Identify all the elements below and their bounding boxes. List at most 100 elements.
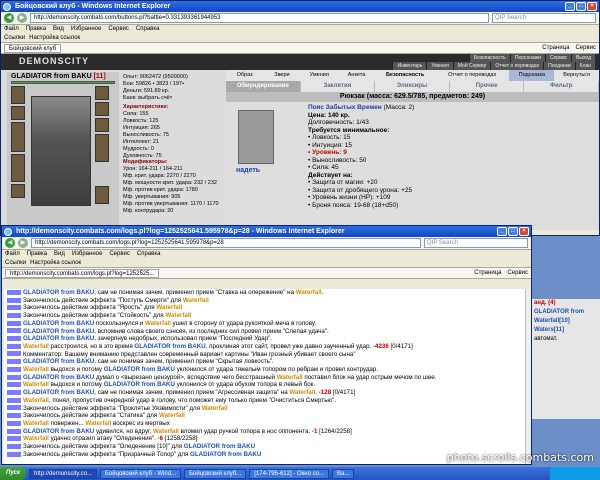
main-url-input[interactable]: http://demonscity.combats.com/buttons.pl… bbox=[30, 13, 489, 23]
back-button[interactable]: ◀ bbox=[5, 238, 15, 248]
player-name[interactable]: GLADIATOR from BAKU bbox=[184, 443, 255, 450]
start-button[interactable]: Пуск bbox=[0, 467, 27, 480]
forward-button[interactable]: ▶ bbox=[18, 238, 28, 248]
tools-menu[interactable]: Сервис bbox=[507, 270, 528, 276]
ptab-transfers[interactable]: Отчет о переводах bbox=[435, 70, 510, 81]
gmenu-exit[interactable]: Выход bbox=[571, 54, 595, 62]
log-title-bar[interactable]: http://demonscity.combats.com/logs.pl?lo… bbox=[2, 226, 531, 237]
item-name[interactable]: Пояс Забытых Времен bbox=[308, 104, 382, 111]
taskbar-item[interactable]: Бойцовский клуб - Wind... bbox=[99, 468, 182, 479]
gmenu-transfers[interactable]: Отчет о переводах bbox=[490, 62, 544, 70]
enemy-name[interactable]: Waterfall bbox=[153, 428, 179, 435]
gmenu-fights[interactable]: Поединки bbox=[543, 62, 575, 70]
page-menu[interactable]: Страница bbox=[474, 270, 501, 276]
log-url-input[interactable]: http://demonscity.combats.com/logs.pl?lo… bbox=[31, 238, 421, 248]
enemy-name[interactable]: Waterfall bbox=[23, 397, 49, 404]
side-player[interactable]: GLADIATOR from bbox=[534, 308, 600, 317]
player-name[interactable]: GLADIATOR from BAKU bbox=[23, 320, 94, 327]
ptab-hint[interactable]: Подсказка bbox=[509, 70, 555, 81]
close-button[interactable]: × bbox=[587, 2, 597, 11]
taskbar-item[interactable]: [174-795-612] - Окно со... bbox=[249, 468, 329, 479]
taskbar-item[interactable]: Бойцовский клуб... bbox=[184, 468, 247, 479]
menu-view[interactable]: Вид bbox=[54, 250, 65, 259]
back-button[interactable]: ◀ bbox=[4, 13, 14, 23]
menu-edit[interactable]: Правка bbox=[26, 25, 46, 34]
slot-helm[interactable] bbox=[11, 86, 25, 104]
slot-belt[interactable] bbox=[11, 184, 25, 198]
itab-spells[interactable]: Заклятия bbox=[301, 81, 376, 92]
slot-boots[interactable] bbox=[95, 186, 109, 204]
close-button[interactable]: × bbox=[519, 227, 529, 236]
side-player[interactable]: Waters[11] bbox=[534, 326, 600, 335]
player-name[interactable]: GLADIATOR from BAKU bbox=[23, 389, 94, 396]
taskbar-item[interactable]: http://demonscity.co... bbox=[29, 468, 97, 479]
slot-weapon[interactable] bbox=[11, 122, 25, 152]
slot-armor[interactable] bbox=[11, 154, 25, 182]
gmenu-chars[interactable]: Персонажи bbox=[509, 54, 545, 62]
menu-help[interactable]: Справка bbox=[136, 25, 160, 34]
player-name[interactable]: GLADIATOR from BAKU bbox=[23, 374, 94, 381]
player-name[interactable]: GLADIATOR from BAKU bbox=[23, 289, 94, 296]
taskbar-item[interactable]: Ba... bbox=[331, 468, 355, 479]
itab-equipment[interactable]: Обмундирование bbox=[226, 81, 301, 92]
player-name[interactable]: GLADIATOR from BAKU bbox=[190, 451, 261, 458]
gmenu-server[interactable]: Мой Сервер bbox=[452, 62, 491, 70]
slot-amulet[interactable] bbox=[11, 106, 25, 120]
enemy-name[interactable]: Waterfall bbox=[183, 297, 209, 304]
forward-button[interactable]: ▶ bbox=[17, 13, 27, 23]
enemy-name[interactable]: Waterfall bbox=[289, 389, 315, 396]
minimize-button[interactable]: _ bbox=[497, 227, 507, 236]
main-search-input[interactable]: QIP Search bbox=[492, 13, 596, 23]
enemy-name[interactable]: Waterfall bbox=[156, 304, 182, 311]
gmenu-skills[interactable]: Умения bbox=[426, 62, 453, 70]
player-name[interactable]: GLADIATOR from BAKU bbox=[23, 328, 94, 335]
slot-shield[interactable] bbox=[95, 134, 109, 162]
menu-file[interactable]: Файл bbox=[4, 25, 19, 34]
enemy-name[interactable]: Waterfall bbox=[23, 435, 49, 442]
menu-help[interactable]: Справка bbox=[137, 250, 161, 259]
character-name[interactable]: GLADIATOR from BAKU bbox=[11, 73, 92, 80]
log-scrollbar[interactable] bbox=[525, 289, 531, 464]
menu-view[interactable]: Вид bbox=[53, 25, 64, 34]
player-name[interactable]: GLADIATOR from BAKU bbox=[104, 366, 175, 373]
gmenu-inventory[interactable]: Инвентарь bbox=[392, 62, 427, 70]
gmenu-clan[interactable]: Клан bbox=[574, 62, 595, 70]
menu-tools[interactable]: Сервис bbox=[108, 25, 129, 34]
menu-tools[interactable]: Сервис bbox=[109, 250, 130, 259]
ptab-image[interactable]: Образ bbox=[226, 70, 263, 81]
menu-favorites[interactable]: Избранное bbox=[72, 250, 102, 259]
ptab-skills[interactable]: Умения bbox=[301, 70, 338, 81]
itab-other[interactable]: Прочее bbox=[450, 81, 525, 92]
slot-ring1[interactable] bbox=[95, 102, 109, 116]
main-title-bar[interactable]: Бойцовский клуб - Windows Internet Explo… bbox=[1, 1, 599, 12]
tools-menu[interactable]: Сервис bbox=[575, 45, 596, 51]
player-name[interactable]: GLADIATOR from BAKU bbox=[23, 335, 94, 342]
bank-line[interactable]: Банк: выбрать счёт bbox=[123, 95, 227, 102]
links-settings[interactable]: Настройка ссылок bbox=[29, 34, 80, 42]
main-tab[interactable]: Бойцовский клуб bbox=[4, 43, 62, 53]
enemy-name[interactable]: Waterfall bbox=[85, 420, 111, 427]
minimize-button[interactable]: _ bbox=[565, 2, 575, 11]
maximize-button[interactable]: □ bbox=[576, 2, 586, 11]
maximize-button[interactable]: □ bbox=[508, 227, 518, 236]
enemy-name[interactable]: Waterfall bbox=[145, 320, 171, 327]
log-search-input[interactable]: QIP Search bbox=[424, 238, 528, 248]
slot-gloves[interactable] bbox=[95, 118, 109, 132]
itab-filter[interactable]: Фильтр bbox=[524, 81, 599, 92]
player-name[interactable]: GLADIATOR from BAKU bbox=[104, 381, 175, 388]
page-menu[interactable]: Страница bbox=[542, 45, 569, 51]
ptab-security[interactable]: Безопасность bbox=[375, 70, 435, 81]
enemy-name[interactable]: Waterfall bbox=[159, 412, 185, 419]
itab-elixirs[interactable]: Эликсиры bbox=[375, 81, 450, 92]
side-player[interactable]: Waterfall[10] bbox=[534, 317, 600, 326]
gmenu-service[interactable]: Сервис bbox=[544, 54, 572, 62]
player-name[interactable]: GLADIATOR from BAKU bbox=[23, 358, 94, 365]
ptab-profile[interactable]: Анкета bbox=[338, 70, 375, 81]
ptab-pets[interactable]: Звери bbox=[263, 70, 300, 81]
enemy-name[interactable]: Waterfall bbox=[277, 374, 303, 381]
menu-edit[interactable]: Правка bbox=[27, 250, 47, 259]
wear-button[interactable]: надеть bbox=[236, 167, 260, 175]
menu-file[interactable]: Файл bbox=[5, 250, 20, 259]
enemy-name[interactable]: Waterfall bbox=[23, 366, 49, 373]
ptab-return[interactable]: Вернуться bbox=[554, 70, 599, 81]
